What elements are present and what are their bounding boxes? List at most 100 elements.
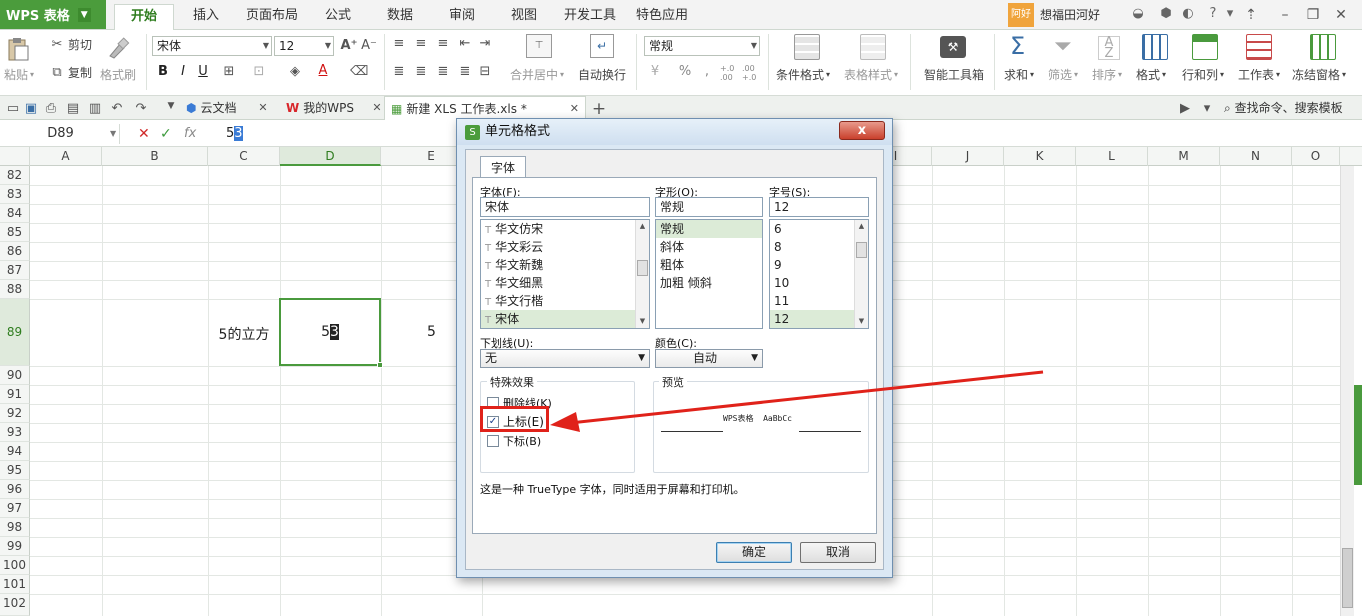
font-style-input[interactable]: 常规 bbox=[655, 197, 763, 217]
column-header[interactable]: D bbox=[280, 147, 381, 166]
column-header[interactable]: L bbox=[1076, 147, 1148, 166]
font-list[interactable]: T 华文仿宋 T 华文彩云 T 华文新魏 T 华文细黑 T 华文行楷 T 宋体 ▲ ▼ bbox=[480, 219, 650, 329]
tab-view[interactable]: 视图 bbox=[500, 0, 548, 30]
row-header[interactable]: 84 bbox=[0, 204, 30, 223]
toolbox-icon[interactable]: ⚒ bbox=[940, 36, 966, 58]
print-preview-icon[interactable]: ▤ bbox=[64, 101, 82, 116]
row-header[interactable]: 89 bbox=[0, 299, 30, 366]
close-icon[interactable]: ✕ bbox=[570, 97, 579, 121]
indent-icon[interactable]: ⇥ bbox=[476, 36, 494, 51]
row-header[interactable]: 96 bbox=[0, 480, 30, 499]
scrollbar-thumb[interactable] bbox=[856, 242, 867, 258]
merge-center-button[interactable]: 合并居中 ▾ bbox=[510, 66, 564, 83]
cell-c89[interactable]: 5的立方 bbox=[208, 324, 280, 344]
column-header[interactable]: O bbox=[1292, 147, 1340, 166]
column-header[interactable]: M bbox=[1148, 147, 1220, 166]
side-panel-toggle[interactable] bbox=[1354, 385, 1362, 485]
row-header[interactable]: 90 bbox=[0, 366, 30, 385]
table-style-button[interactable]: 表格样式 ▾ bbox=[844, 66, 898, 83]
tab-special[interactable]: 特色应用 bbox=[632, 0, 692, 30]
command-search[interactable]: ⌕ 查找命令、搜索模板 bbox=[1224, 96, 1343, 120]
scrollbar-thumb[interactable] bbox=[637, 260, 648, 276]
freeze-panes-icon[interactable] bbox=[1310, 34, 1336, 60]
undo-icon[interactable]: ↶ bbox=[108, 101, 126, 116]
row-header[interactable]: 92 bbox=[0, 404, 30, 423]
worksheet-icon[interactable] bbox=[1246, 34, 1272, 60]
confirm-icon[interactable]: ✓ bbox=[160, 124, 172, 144]
wrap-text-button[interactable]: 自动换行 bbox=[578, 66, 626, 83]
user-name[interactable]: 想福田河好 bbox=[1040, 0, 1100, 30]
smart-toolbox-button[interactable]: 智能工具箱 bbox=[924, 66, 984, 83]
skin-icon[interactable]: ◒ bbox=[1130, 6, 1146, 22]
row-header[interactable]: 85 bbox=[0, 223, 30, 242]
row-header[interactable]: 87 bbox=[0, 261, 30, 280]
distribute-icon[interactable]: ⊟ bbox=[476, 64, 494, 79]
print-icon[interactable]: ⎙ bbox=[42, 101, 60, 116]
number-format-select[interactable]: 常规 ▼ bbox=[644, 36, 760, 56]
underline-icon[interactable]: U bbox=[194, 64, 212, 79]
row-header[interactable]: 102 bbox=[0, 594, 30, 616]
chevron-up-icon[interactable]: ▲ bbox=[855, 220, 868, 233]
align-left-icon[interactable]: ≣ bbox=[390, 64, 408, 79]
chevron-down-icon[interactable]: ▼ bbox=[636, 315, 649, 328]
align-bottom-icon[interactable]: ≡ bbox=[434, 36, 452, 51]
save-icon[interactable]: ▣ bbox=[22, 101, 40, 116]
column-header[interactable]: J bbox=[932, 147, 1004, 166]
outdent-icon[interactable]: ⇤ bbox=[456, 36, 474, 51]
font-name-input[interactable]: 宋体 bbox=[480, 197, 650, 217]
list-item-selected[interactable]: T 宋体 bbox=[481, 310, 649, 328]
app-logo-button[interactable]: WPS 表格 ▼ bbox=[0, 0, 106, 29]
sum-icon[interactable]: Σ bbox=[1010, 32, 1025, 60]
increase-decimal-icon[interactable]: +.0.00 bbox=[720, 64, 734, 82]
font-style-list[interactable]: 常规 斜体 粗体 加粗 倾斜 bbox=[655, 219, 763, 329]
list-item[interactable]: T 华文新魏 bbox=[481, 256, 649, 274]
sort-button[interactable]: 排序 ▾ bbox=[1092, 66, 1122, 83]
chevron-down-icon[interactable]: ▼ bbox=[162, 101, 180, 111]
conditional-format-icon[interactable] bbox=[794, 34, 820, 60]
tab-home[interactable]: 开始 bbox=[114, 4, 174, 31]
avatar[interactable]: 阿好 bbox=[1008, 3, 1034, 27]
font-size-input[interactable]: 12 bbox=[769, 197, 869, 217]
decrease-decimal-icon[interactable]: .00 +.0 bbox=[742, 64, 756, 82]
row-header[interactable]: 93 bbox=[0, 423, 30, 442]
insert-function-button[interactable]: fx bbox=[184, 124, 196, 144]
export-icon[interactable]: ◐ bbox=[1180, 6, 1196, 22]
chevron-up-icon[interactable]: ▲ bbox=[636, 220, 649, 233]
bold-icon[interactable]: B bbox=[154, 64, 172, 79]
cancel-icon[interactable]: ✕ bbox=[138, 124, 150, 144]
font-size-select[interactable]: 12 ▼ bbox=[274, 36, 334, 56]
comma-icon[interactable]: , bbox=[698, 64, 716, 79]
font-color-icon[interactable]: A bbox=[314, 63, 332, 78]
formula-input[interactable]: 53 bbox=[226, 124, 243, 144]
conditional-format-button[interactable]: 条件格式 ▾ bbox=[776, 66, 830, 83]
list-item[interactable]: T 华文细黑 bbox=[481, 274, 649, 292]
row-header[interactable]: 95 bbox=[0, 461, 30, 480]
sort-icon[interactable]: AZ bbox=[1098, 36, 1120, 60]
column-header[interactable]: A bbox=[30, 147, 102, 166]
row-header[interactable]: 83 bbox=[0, 185, 30, 204]
list-item-selected[interactable]: 常规 bbox=[656, 220, 762, 238]
wrap-text-icon[interactable]: ↵ bbox=[590, 34, 614, 58]
row-header[interactable]: 98 bbox=[0, 518, 30, 537]
chevron-down-icon[interactable]: ▼ bbox=[77, 7, 91, 22]
video-icon[interactable]: ▶ bbox=[1176, 101, 1194, 116]
row-header[interactable]: 101 bbox=[0, 575, 30, 594]
close-icon[interactable]: ✕ bbox=[254, 101, 272, 114]
subscript-checkbox[interactable]: 下标(B) bbox=[487, 433, 541, 449]
merge-center-icon[interactable]: ⊤ bbox=[526, 34, 552, 58]
column-header[interactable]: K bbox=[1004, 147, 1076, 166]
column-header[interactable]: C bbox=[208, 147, 280, 166]
justify-icon[interactable]: ≣ bbox=[456, 64, 474, 79]
format-button[interactable]: 格式 ▾ bbox=[1136, 66, 1166, 83]
select-all-corner[interactable] bbox=[0, 147, 30, 166]
filter-icon[interactable]: ⏷ bbox=[1054, 34, 1072, 59]
border-icon[interactable]: ⊞ bbox=[220, 64, 238, 79]
row-header[interactable]: 97 bbox=[0, 499, 30, 518]
dialog-close-button[interactable]: x bbox=[839, 121, 885, 140]
filter-button[interactable]: 筛选 ▾ bbox=[1048, 66, 1078, 83]
paste-icon[interactable] bbox=[6, 36, 30, 62]
italic-icon[interactable]: I bbox=[174, 64, 192, 79]
tab-current-workbook[interactable]: ▦ 新建 XLS 工作表.xls * ✕ bbox=[384, 96, 586, 120]
list-scrollbar[interactable]: ▲ ▼ bbox=[635, 220, 649, 328]
tab-review[interactable]: 审阅 bbox=[438, 0, 486, 30]
